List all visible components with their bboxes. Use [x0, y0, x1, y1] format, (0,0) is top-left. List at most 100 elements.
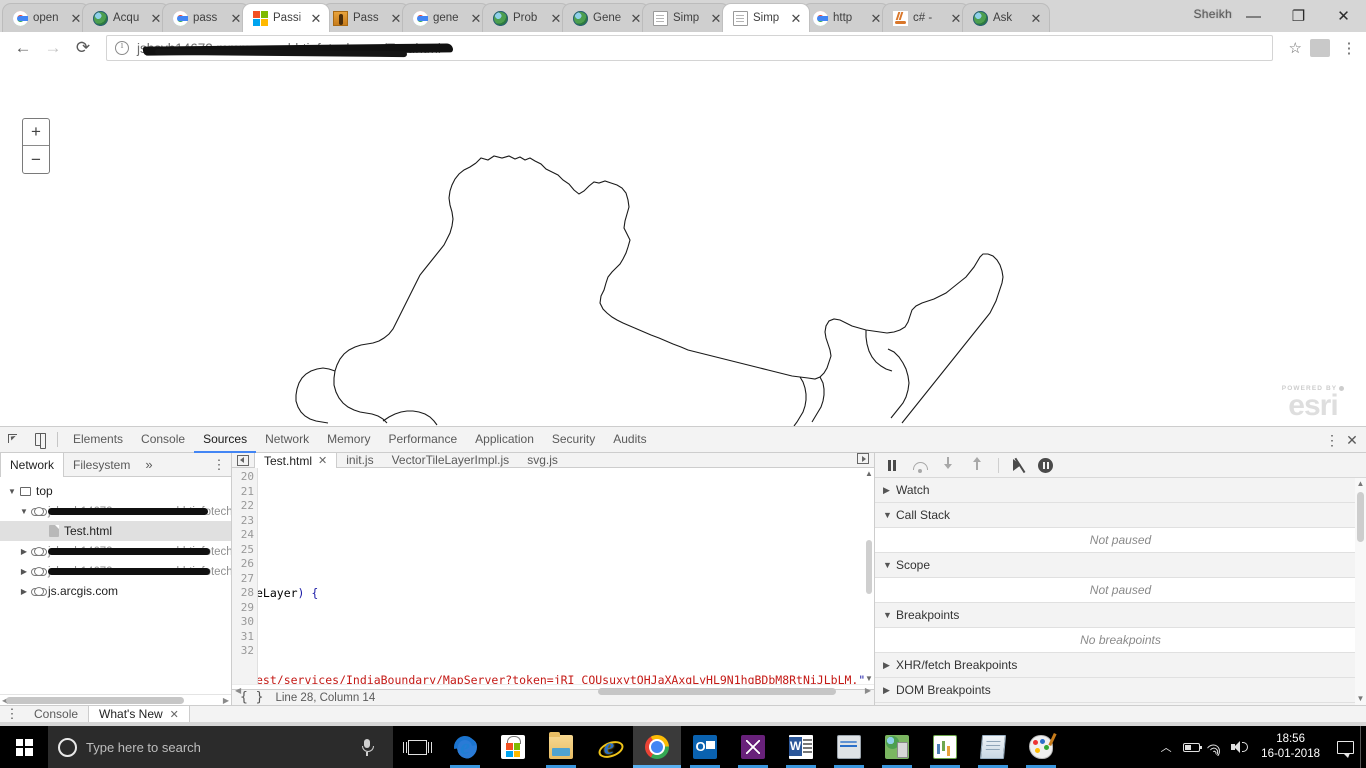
minimize-button[interactable]: —	[1231, 0, 1276, 32]
drawer-menu-icon[interactable]: ⋮	[0, 706, 24, 722]
pretty-print-icon[interactable]: { }	[240, 690, 263, 705]
editor-tab-init-js[interactable]: init.js	[337, 453, 382, 467]
expand-caret-icon[interactable]: ▼	[18, 507, 30, 516]
volume-icon[interactable]	[1227, 726, 1251, 768]
taskbar-item-paint[interactable]	[1017, 726, 1065, 768]
close-icon[interactable]: ✕	[149, 12, 163, 25]
scrollbar-thumb[interactable]	[598, 688, 836, 696]
scroll-down-icon[interactable]: ▼	[1355, 693, 1366, 705]
task-view-button[interactable]	[393, 726, 441, 768]
taskbar-item-visual-studio[interactable]	[729, 726, 777, 768]
profile-name[interactable]: Sheikh	[1194, 7, 1233, 21]
taskbar-item-google-chrome[interactable]	[633, 726, 681, 768]
tab-security[interactable]: Security	[543, 427, 604, 453]
deactivate-breakpoints-icon[interactable]	[1011, 458, 1027, 472]
drawer-tab-whats-new[interactable]: What's New ✕	[88, 706, 190, 722]
inspect-element-icon[interactable]	[0, 427, 27, 453]
taskbar-item-performance-monitor[interactable]	[825, 726, 873, 768]
browser-tab[interactable]: c# - ✕	[882, 3, 970, 32]
expand-caret-icon[interactable]: ▼	[883, 510, 896, 520]
devtools-menu-icon[interactable]: ⋮	[1322, 432, 1342, 449]
scroll-tabs-right-icon[interactable]	[852, 453, 874, 464]
browser-tab[interactable]: gene ✕	[402, 3, 490, 32]
expand-caret-icon[interactable]: ▶	[883, 685, 896, 696]
taskbar-item-internet-explorer[interactable]	[585, 726, 633, 768]
browser-tab[interactable]: Gene ✕	[562, 3, 650, 32]
scrollbar-thumb[interactable]	[866, 540, 872, 594]
extension-icon[interactable]	[1310, 39, 1330, 57]
taskbar-item-arcmap[interactable]	[921, 726, 969, 768]
clock[interactable]: 18:56 16-01-2018	[1251, 732, 1330, 762]
microphone-icon[interactable]	[359, 738, 375, 756]
site-info-icon[interactable]	[115, 40, 129, 55]
india-boundary-map[interactable]	[0, 64, 1366, 426]
pause-script-icon[interactable]	[883, 456, 901, 474]
taskbar-item-microsoft-word[interactable]	[777, 726, 825, 768]
expand-caret-icon[interactable]: ▶	[18, 587, 30, 596]
taskbar-item-notepad[interactable]	[969, 726, 1017, 768]
section-dom-breakpoints[interactable]: ▶ DOM Breakpoints	[875, 678, 1366, 703]
browser-tab[interactable]: Ask ✕	[962, 3, 1050, 32]
scroll-up-icon[interactable]: ▲	[1355, 478, 1366, 490]
navigator-horizontal-scrollbar[interactable]: ◀ ▶	[0, 694, 231, 705]
browser-tab[interactable]: Acqu ✕	[82, 3, 170, 32]
scroll-left-icon[interactable]: ◀	[235, 685, 241, 697]
tab-elements[interactable]: Elements	[64, 427, 132, 453]
close-icon[interactable]: ✕	[389, 12, 403, 25]
taskbar-item-outlook[interactable]	[681, 726, 729, 768]
close-icon[interactable]: ✕	[709, 12, 723, 25]
devtools-close-icon[interactable]: ✕	[1342, 432, 1362, 449]
close-icon[interactable]: ✕	[318, 454, 327, 467]
close-icon[interactable]: ✕	[69, 12, 83, 25]
close-icon[interactable]: ✕	[1029, 12, 1043, 25]
reload-button[interactable]: ⟳	[68, 33, 98, 63]
maximize-button[interactable]: ❐	[1276, 0, 1321, 32]
code-area[interactable]: 20 21 22 23 24 25 26 27 28 29 30 31 32 e…	[232, 468, 874, 685]
navigator-more-icon[interactable]: »	[139, 453, 158, 476]
browser-tab[interactable]: pass ✕	[162, 3, 250, 32]
scroll-down-icon[interactable]: ▼	[864, 673, 874, 684]
close-icon[interactable]: ✕	[469, 12, 483, 25]
scrollbar-thumb[interactable]	[1357, 492, 1364, 542]
tab-application[interactable]: Application	[466, 427, 543, 453]
search-input[interactable]: Type here to search	[48, 726, 393, 768]
expand-caret-icon[interactable]: ▼	[883, 560, 896, 570]
tab-sources[interactable]: Sources	[194, 427, 256, 453]
new-tab-button[interactable]	[1056, 6, 1084, 32]
expand-caret-icon[interactable]: ▶	[883, 485, 896, 496]
scroll-right-icon[interactable]: ▶	[223, 695, 229, 706]
tab-audits[interactable]: Audits	[604, 427, 655, 453]
tab-performance[interactable]: Performance	[379, 427, 466, 453]
pause-on-exceptions-icon[interactable]	[1038, 457, 1053, 473]
section-scope[interactable]: ▼ Scope	[875, 553, 1366, 578]
browser-tab[interactable]: open ✕	[2, 3, 90, 32]
browser-tab[interactable]: Passi ✕	[242, 3, 330, 32]
close-icon[interactable]: ✕	[869, 12, 883, 25]
battery-icon[interactable]	[1179, 726, 1203, 768]
wifi-icon[interactable]	[1203, 726, 1227, 768]
debugger-vertical-scrollbar[interactable]: ▲ ▼	[1355, 478, 1366, 705]
zoom-out-button[interactable]: −	[23, 146, 49, 173]
editor-vertical-scrollbar[interactable]: ▲ ▼	[864, 468, 874, 685]
close-icon[interactable]: ✕	[789, 12, 803, 25]
scroll-right-icon[interactable]: ▶	[865, 685, 871, 697]
close-icon[interactable]: ✕	[549, 12, 563, 25]
expand-caret-icon[interactable]: ▼	[883, 610, 896, 620]
close-icon[interactable]: ✕	[949, 12, 963, 25]
chrome-menu-icon[interactable]: ⋮	[1340, 39, 1358, 57]
browser-tab[interactable]: Simp ✕	[642, 3, 730, 32]
browser-tab[interactable]: http ✕	[802, 3, 890, 32]
drawer-tab-console[interactable]: Console	[24, 706, 88, 722]
tree-item-domain[interactable]: ▶ jshsvb14672.mmmmmm.hhtinfotech	[0, 541, 231, 561]
show-hidden-icons-icon[interactable]: ︿	[1153, 739, 1179, 755]
taskbar-item-file-explorer[interactable]	[537, 726, 585, 768]
expand-caret-icon[interactable]: ▶	[883, 660, 896, 671]
section-call-stack[interactable]: ▼ Call Stack	[875, 503, 1366, 528]
section-watch[interactable]: ▶ Watch	[875, 478, 1366, 503]
close-window-button[interactable]: ✕	[1321, 0, 1366, 32]
device-toolbar-icon[interactable]	[27, 427, 54, 453]
close-icon[interactable]: ✕	[629, 12, 643, 25]
navigator-tab-filesystem[interactable]: Filesystem	[64, 453, 139, 476]
step-out-icon[interactable]	[968, 456, 986, 474]
scrollbar-thumb[interactable]	[6, 697, 184, 704]
